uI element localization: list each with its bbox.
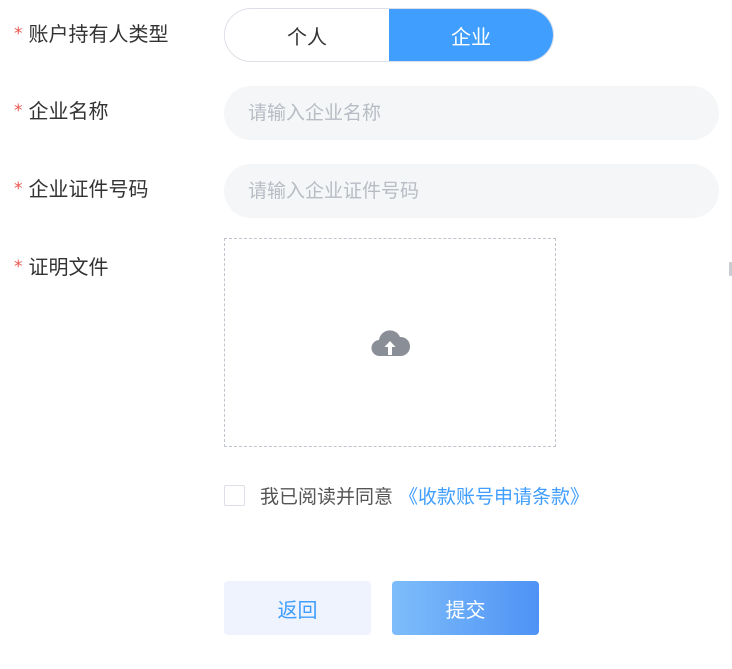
- company-name-input[interactable]: [224, 86, 719, 140]
- company-cert-label-text: 企业证件号码: [28, 177, 149, 201]
- back-button[interactable]: 返回: [224, 581, 371, 635]
- proof-file-label-text: 证明文件: [28, 255, 109, 279]
- company-cert-label: * 企业证件号码: [14, 179, 149, 200]
- option-personal[interactable]: 个人: [225, 9, 389, 61]
- option-enterprise[interactable]: 企业: [389, 9, 553, 61]
- cloud-upload-icon: [371, 329, 410, 356]
- submit-button[interactable]: 提交: [392, 581, 539, 635]
- required-mark: *: [14, 24, 23, 44]
- agreement-checkbox[interactable]: [224, 485, 245, 506]
- account-type-label-text: 账户持有人类型: [28, 22, 169, 46]
- required-mark: *: [14, 257, 23, 277]
- company-cert-input[interactable]: [224, 164, 719, 218]
- proof-file-label: * 证明文件: [14, 257, 109, 278]
- required-mark: *: [14, 179, 23, 199]
- agreement-terms-link[interactable]: 《收款账号申请条款》: [399, 482, 589, 509]
- proof-file-upload[interactable]: [224, 238, 556, 447]
- company-name-label-text: 企业名称: [28, 99, 109, 123]
- account-type-toggle: 个人 企业: [224, 8, 554, 62]
- agreement-text: 我已阅读并同意: [260, 486, 394, 508]
- account-type-label: * 账户持有人类型: [14, 24, 169, 45]
- company-name-label: * 企业名称: [14, 101, 109, 122]
- agreement-row: 我已阅读并同意 《收款账号申请条款》: [224, 482, 589, 509]
- required-mark: *: [14, 101, 23, 121]
